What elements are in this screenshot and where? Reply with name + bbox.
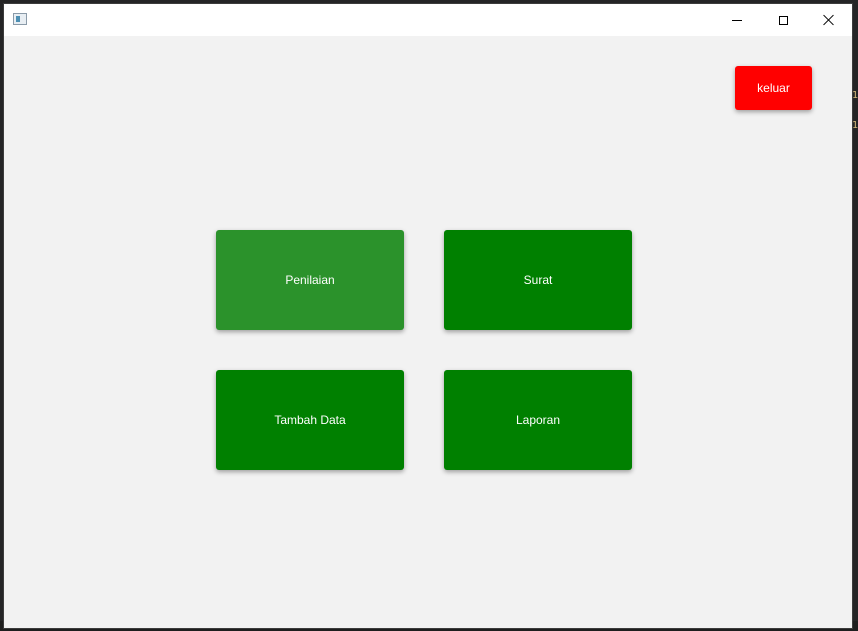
minimize-icon	[732, 19, 742, 21]
app-icon	[13, 13, 27, 25]
background-line-marker: 1	[852, 120, 858, 131]
maximize-button[interactable]	[760, 4, 806, 36]
main-content: keluar Penilaian Surat Tambah Data Lapor…	[4, 36, 852, 628]
app-window: keluar Penilaian Surat Tambah Data Lapor…	[4, 4, 852, 628]
penilaian-button[interactable]: Penilaian	[216, 230, 404, 330]
background-line-marker: 1	[852, 90, 858, 101]
title-bar	[4, 4, 852, 36]
maximize-icon	[778, 15, 788, 25]
minimize-button[interactable]	[714, 4, 760, 36]
close-icon	[823, 14, 835, 26]
laporan-button[interactable]: Laporan	[444, 370, 632, 470]
surat-button[interactable]: Surat	[444, 230, 632, 330]
close-button[interactable]	[806, 4, 852, 36]
exit-button[interactable]: keluar	[735, 66, 812, 110]
tambah-data-button[interactable]: Tambah Data	[216, 370, 404, 470]
